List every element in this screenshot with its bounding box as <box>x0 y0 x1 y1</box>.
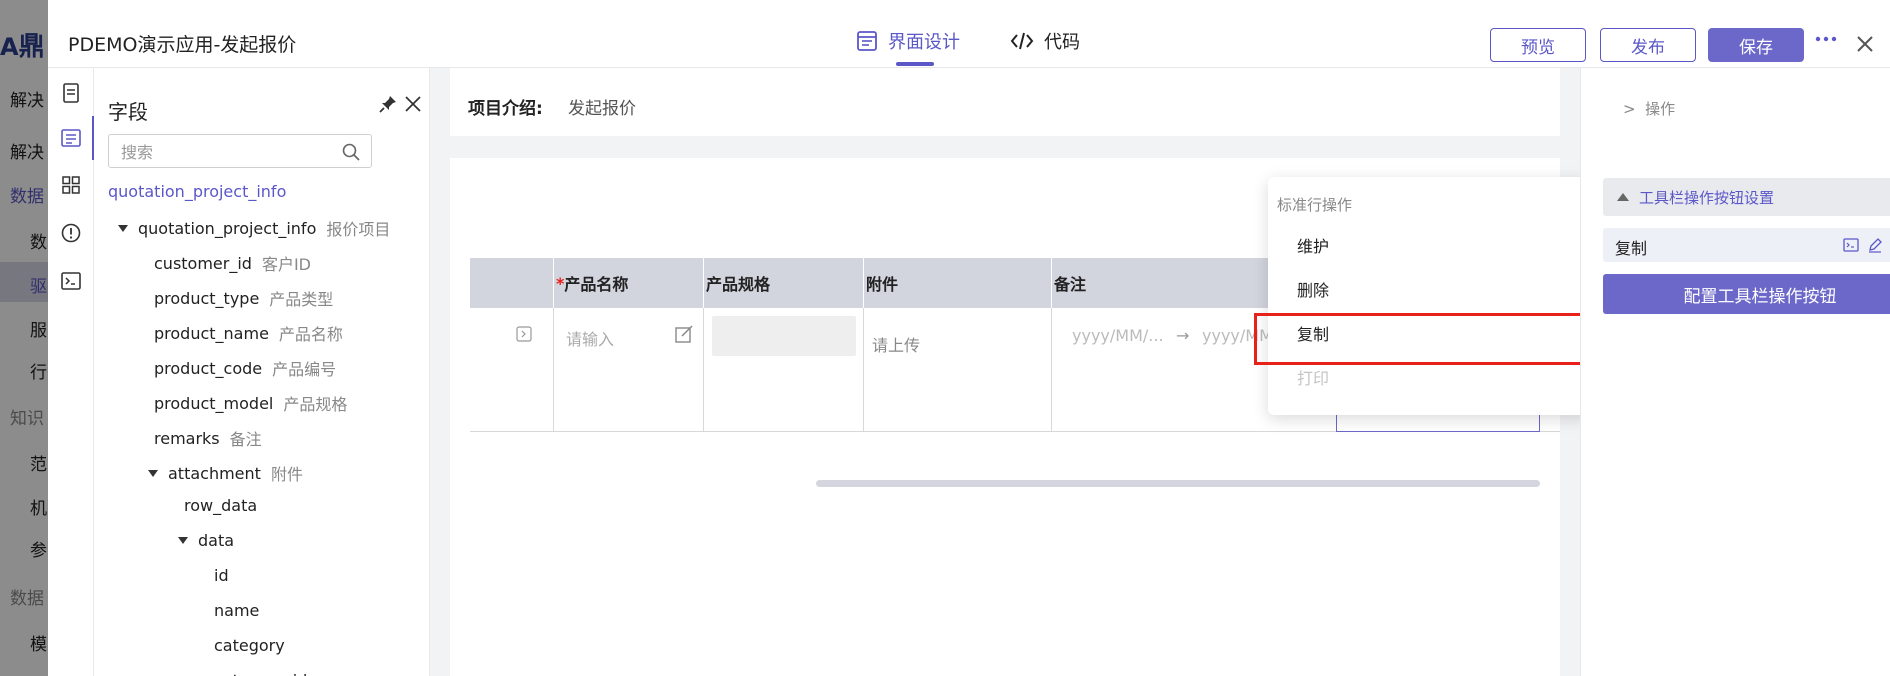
save-button[interactable]: 保存 <box>1708 28 1804 62</box>
product-name-cell[interactable]: 请输入 <box>554 308 704 432</box>
modal-header: PDEMO演示应用-发起报价 界面设计 代码 预览 发布 保存 <box>48 10 1890 68</box>
layout-icon <box>856 30 878 52</box>
tree-node[interactable]: data <box>178 531 234 550</box>
menu-item-delete[interactable]: 删除 <box>1297 277 1329 301</box>
row-action-dropdown: 标准行操作 维护 删除 复制 打印 <box>1268 177 1590 415</box>
background-app-strip: A鼎 解决 解决 数据 数 驱 服 行 知识 范 机 参 数据 模 <box>0 0 48 676</box>
configure-toolbar-button[interactable]: 配置工具栏操作按钮 <box>1603 274 1890 314</box>
panel-title: 字段 <box>108 100 148 124</box>
pin-icon[interactable] <box>378 94 398 114</box>
components-icon[interactable] <box>60 174 82 196</box>
input-placeholder: 请输入 <box>566 330 615 349</box>
tree-node[interactable]: quotation_project_info 报价项目 <box>118 216 390 240</box>
properties-panel: > 操作 工具栏操作按钮设置 复制 配置工具栏操作按钮 <box>1580 68 1890 676</box>
breadcrumb: > 操作 <box>1623 100 1676 118</box>
tree-node[interactable]: attachment 附件 <box>148 461 303 485</box>
caret-down-icon[interactable] <box>118 224 128 232</box>
row-expand-cell <box>470 308 554 432</box>
tree-node[interactable]: remarks 备注 <box>154 426 262 450</box>
root-field-link[interactable]: quotation_project_info <box>108 182 286 201</box>
close-icon[interactable] <box>1856 35 1874 53</box>
search-box <box>108 134 372 168</box>
attachment-cell[interactable]: 请上传 <box>864 308 1052 432</box>
tab-label: 代码 <box>1044 32 1080 53</box>
more-icon[interactable] <box>1814 34 1838 44</box>
modal-backdrop[interactable] <box>0 0 48 676</box>
caret-down-icon[interactable] <box>148 469 158 477</box>
close-panel-icon[interactable] <box>405 96 421 112</box>
toolbar-action-item[interactable]: 复制 <box>1603 228 1890 262</box>
intro-label: 项目介绍: <box>468 99 543 119</box>
expand-row-icon[interactable] <box>516 326 532 342</box>
fields-icon[interactable] <box>60 127 82 149</box>
required-mark: * <box>556 273 565 293</box>
spec-select[interactable] <box>712 316 856 356</box>
horizontal-scrollbar[interactable] <box>816 480 1540 487</box>
designer-modal: PDEMO演示应用-发起报价 界面设计 代码 预览 发布 保存 字段 搜索 qu… <box>48 10 1890 676</box>
section-title: 工具栏操作按钮设置 <box>1639 189 1775 207</box>
caret-up-icon[interactable] <box>1617 193 1629 201</box>
menu-item-maintain[interactable]: 维护 <box>1297 233 1329 257</box>
left-icon-rail <box>48 68 94 676</box>
intro-bar[interactable]: 项目介绍: 发起报价 <box>450 68 1560 136</box>
tab-ui-design[interactable]: 界面设计 <box>856 28 960 54</box>
tree-node[interactable]: id <box>214 566 229 585</box>
tree-node[interactable]: product_type 产品类型 <box>154 286 333 310</box>
date-start-placeholder: yyyy/MM/... <box>1072 326 1164 345</box>
pencil-icon[interactable] <box>1867 237 1883 253</box>
tree-node[interactable]: category <box>214 636 285 655</box>
caret-down-icon[interactable] <box>178 537 188 544</box>
table-header-attachment[interactable]: 附件 <box>864 258 1052 308</box>
tree-node[interactable]: customer_id 客户ID <box>154 251 311 275</box>
menu-item-print: 打印 <box>1297 369 1330 388</box>
dropdown-group-title: 标准行操作 <box>1277 196 1353 214</box>
upload-placeholder: 请上传 <box>872 336 921 355</box>
terminal-icon[interactable] <box>60 270 82 292</box>
publish-button[interactable]: 发布 <box>1600 28 1696 62</box>
edit-icon[interactable] <box>674 324 694 344</box>
toolbar-settings-section[interactable]: 工具栏操作按钮设置 <box>1603 178 1890 216</box>
tree-node[interactable]: name <box>214 601 259 620</box>
app-title: PDEMO演示应用-发起报价 <box>68 34 297 56</box>
tree-node[interactable]: product_name 产品名称 <box>154 321 343 345</box>
tree-node[interactable]: category_id <box>214 671 307 676</box>
search-icon[interactable] <box>341 142 361 162</box>
fields-panel: 字段 quotation_project_info quotation_proj… <box>94 68 430 676</box>
search-input[interactable] <box>121 141 321 163</box>
tab-code[interactable]: 代码 <box>1010 28 1080 54</box>
product-spec-cell[interactable] <box>704 308 864 432</box>
preview-button[interactable]: 预览 <box>1490 28 1586 62</box>
code-icon <box>1010 30 1034 52</box>
code-edit-icon[interactable] <box>1843 237 1859 253</box>
active-tab-indicator <box>896 62 934 66</box>
tree-node[interactable]: row_data <box>184 496 257 515</box>
tree-node[interactable]: product_model 产品规格 <box>154 391 347 415</box>
tab-label: 界面设计 <box>888 32 960 53</box>
table-header-product-spec[interactable]: 产品规格 <box>704 258 864 308</box>
alert-icon[interactable] <box>60 222 82 244</box>
table-header-cell <box>470 258 554 308</box>
table-header-product-name[interactable]: * 产品名称 <box>554 258 704 308</box>
date-range-arrow: → <box>1176 326 1190 345</box>
action-item-label: 复制 <box>1615 239 1648 258</box>
tree-node[interactable]: product_code 产品编号 <box>154 356 336 380</box>
intro-value: 发起报价 <box>568 99 636 119</box>
page-icon[interactable] <box>60 82 82 104</box>
